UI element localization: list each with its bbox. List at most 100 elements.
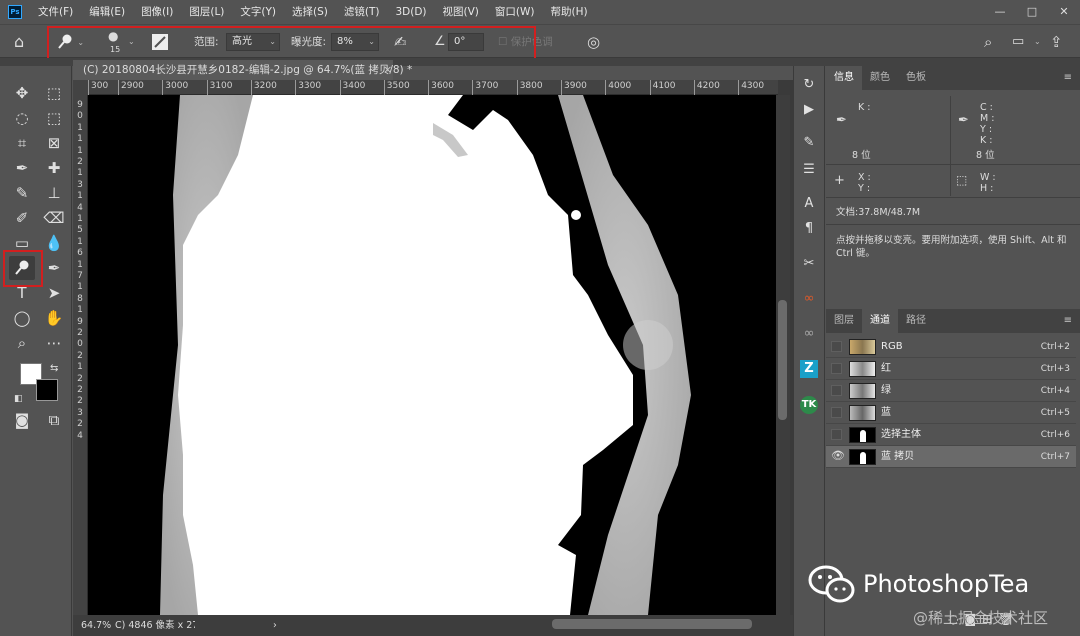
vertical-scroll-thumb[interactable] <box>778 300 787 420</box>
channel-row-red[interactable]: 红 Ctrl+3 <box>826 358 1076 380</box>
k-readout-label: K : <box>858 102 871 113</box>
blur-tool-icon[interactable]: 💧 <box>41 231 67 255</box>
visibility-toggle[interactable] <box>831 341 842 352</box>
plugin-tk-icon[interactable]: TK <box>800 396 818 414</box>
ruler-tick-label: 1 <box>77 305 83 316</box>
minimize-button[interactable]: — <box>984 0 1016 24</box>
ruler-tick-label: 4100 <box>649 80 676 95</box>
type-tool-icon[interactable]: T <box>9 281 35 305</box>
horizontal-scroll-thumb[interactable] <box>552 619 752 629</box>
ruler-tick-label: 1 <box>77 236 83 247</box>
eye-icon[interactable]: 👁 <box>831 450 845 462</box>
close-window-button[interactable]: ✕ <box>1048 0 1080 24</box>
home-icon[interactable]: ⌂ <box>14 25 24 59</box>
ruler-tick-label: 4000 <box>605 80 631 95</box>
close-tab-icon[interactable]: × <box>383 60 392 80</box>
maximize-button[interactable]: □ <box>1016 0 1048 24</box>
frame-tool-icon[interactable]: ⊠ <box>41 131 67 155</box>
ruler-tick-label: 3300 <box>295 80 321 95</box>
ruler-tick-label: 2 <box>77 157 83 167</box>
channel-thumbnail <box>849 427 876 443</box>
stamp-tool-icon[interactable]: ⊥ <box>41 181 67 205</box>
move-tool-icon[interactable]: ✥ <box>9 81 35 105</box>
history-brush-tool-icon[interactable]: ✐ <box>9 206 35 230</box>
menu-help[interactable]: 帮助(H) <box>543 0 596 24</box>
channel-row-blue[interactable]: 蓝 Ctrl+5 <box>826 402 1076 424</box>
zoom-tool-icon[interactable]: ⌕ <box>9 331 35 355</box>
more-tools-icon[interactable]: ⋯ <box>41 331 67 355</box>
options-highlight-box <box>47 26 536 62</box>
menu-filter[interactable]: 滤镜(T) <box>336 0 388 24</box>
divider <box>826 197 1080 198</box>
panel-menu-icon[interactable]: ≡ <box>1056 66 1080 90</box>
search-icon[interactable]: ⌕ <box>984 25 992 59</box>
screen-mode-icon[interactable]: ⧉ <box>41 408 67 432</box>
visibility-toggle[interactable] <box>831 385 842 396</box>
tab-swatches[interactable]: 色板 <box>898 66 934 90</box>
pen-tool-icon[interactable]: ✒ <box>41 256 67 280</box>
visibility-toggle[interactable] <box>831 363 842 374</box>
menu-type[interactable]: 文字(Y) <box>232 0 284 24</box>
ellipse-tool-icon[interactable]: ◯ <box>9 306 35 330</box>
vertical-ruler: 901112131415161718192021222324 <box>73 95 88 615</box>
visibility-toggle[interactable] <box>831 429 842 440</box>
channel-thumbnail <box>849 405 876 421</box>
divider <box>950 96 951 196</box>
menu-file[interactable]: 文件(F) <box>30 0 81 24</box>
plugin-link-icon[interactable]: ∞ <box>800 325 818 343</box>
default-colors-icon[interactable]: ◧ <box>14 394 23 404</box>
paragraph-panel-icon[interactable]: ¶ <box>800 220 818 238</box>
tab-layers[interactable]: 图层 <box>826 309 862 333</box>
plugin-infinity-icon[interactable]: ∞ <box>800 290 818 308</box>
healing-tool-icon[interactable]: ✚ <box>41 156 67 180</box>
menu-select[interactable]: 选择(S) <box>284 0 336 24</box>
lasso-tool-icon[interactable]: ◌ <box>9 106 35 130</box>
zoom-level[interactable]: 64.7% <box>81 615 111 636</box>
eyedropper-tool-icon[interactable]: ✒ <box>9 156 35 180</box>
document-tab[interactable]: (C) 20180804长沙县开慧乡0182-编辑-2.jpg @ 64.7%(… <box>73 60 412 80</box>
tab-paths[interactable]: 路径 <box>898 309 934 333</box>
character-panel-icon[interactable]: A <box>800 195 818 213</box>
channel-thumbnail <box>849 339 876 355</box>
ruler-tick-label: 3100 <box>206 80 233 95</box>
channel-row-select-subject[interactable]: 选择主体 Ctrl+6 <box>826 424 1076 446</box>
document-size-info[interactable]: C) 4846 像素 x 2726 像素 (300 ppi) <box>115 615 195 636</box>
channel-row-blue-copy[interactable]: 👁 蓝 拷贝 Ctrl+7 <box>826 446 1076 468</box>
menu-image[interactable]: 图像(I) <box>133 0 181 24</box>
pressure-size-icon[interactable]: ◎ <box>587 25 600 59</box>
path-select-tool-icon[interactable]: ➤ <box>41 281 67 305</box>
tab-info[interactable]: 信息 <box>826 66 862 90</box>
share-icon[interactable]: ⇪ <box>1050 25 1063 59</box>
chevron-down-icon[interactable]: ⌄ <box>1034 25 1041 59</box>
panel-menu-icon[interactable]: ≡ <box>1056 309 1080 333</box>
menu-layer[interactable]: 图层(L) <box>181 0 232 24</box>
visibility-toggle[interactable] <box>831 407 842 418</box>
adjustments-icon[interactable]: ☰ <box>800 161 818 179</box>
brush-tool-icon[interactable]: ✎ <box>9 181 35 205</box>
quick-mask-icon[interactable]: ◙ <box>9 408 35 432</box>
quick-select-tool-icon[interactable]: ⬚ <box>41 106 67 130</box>
channel-row-rgb[interactable]: RGB Ctrl+2 <box>826 336 1076 358</box>
workspace-icon[interactable]: ▭ <box>1012 25 1024 59</box>
eraser-tool-icon[interactable]: ⌫ <box>41 206 67 230</box>
menu-view[interactable]: 视图(V) <box>435 0 487 24</box>
marquee-tool-icon[interactable]: ⬚ <box>41 81 67 105</box>
menu-window[interactable]: 窗口(W) <box>487 0 543 24</box>
image-canvas[interactable] <box>88 95 776 615</box>
menu-3d[interactable]: 3D(D) <box>387 0 434 24</box>
actions-play-icon[interactable]: ▶ <box>800 101 818 119</box>
channel-row-green[interactable]: 绿 Ctrl+4 <box>826 380 1076 402</box>
plugin-z-icon[interactable]: Z <box>800 360 818 378</box>
brush-settings-panel-icon[interactable]: ✎ <box>800 134 818 152</box>
ruler-tick-label: 3400 <box>339 80 365 95</box>
history-panel-icon[interactable]: ↻ <box>800 76 818 94</box>
swap-colors-icon[interactable]: ⇆ <box>50 363 58 374</box>
tab-channels[interactable]: 通道 <box>862 309 898 333</box>
background-color-swatch[interactable] <box>36 379 58 401</box>
tab-color[interactable]: 颜色 <box>862 66 898 90</box>
hand-tool-icon[interactable]: ✋ <box>41 306 67 330</box>
status-arrow-icon[interactable]: › <box>273 615 277 636</box>
tools-plugin-icon[interactable]: ✂ <box>800 255 818 273</box>
ruler-tick-label: 1 <box>77 191 83 202</box>
crop-tool-icon[interactable]: ⌗ <box>9 131 35 155</box>
